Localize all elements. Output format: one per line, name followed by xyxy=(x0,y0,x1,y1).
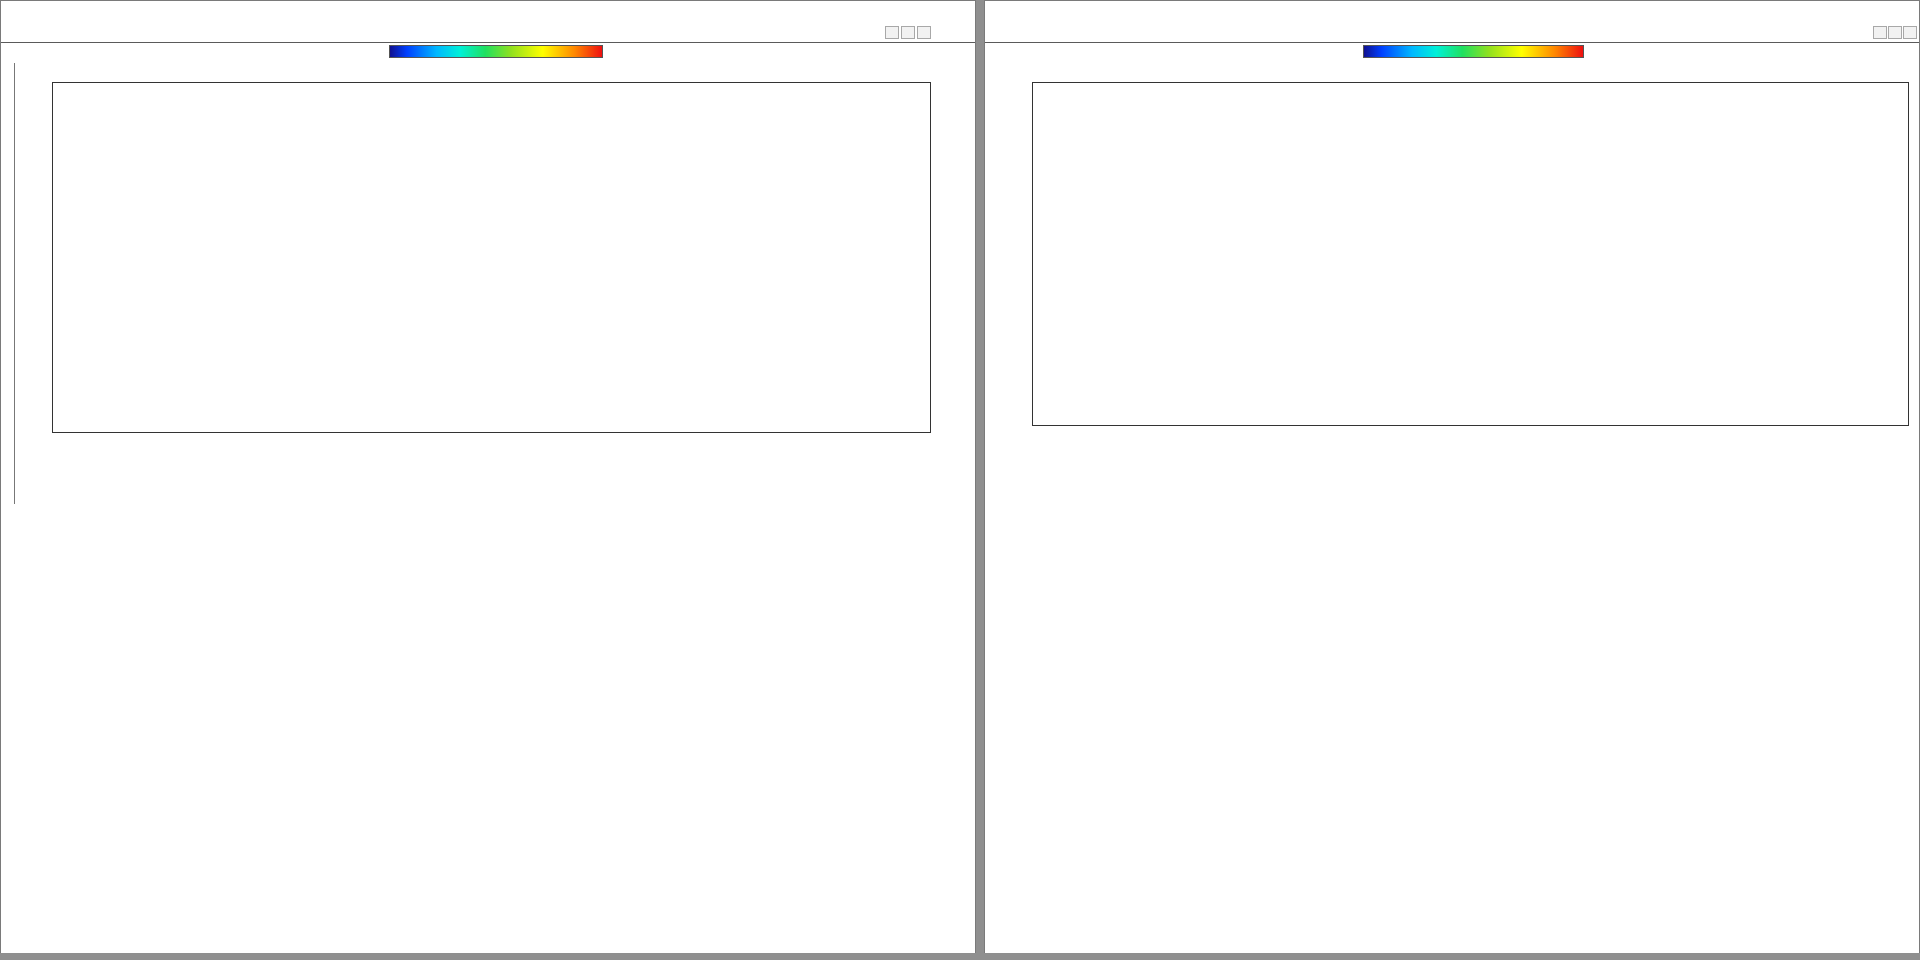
right-velocity-contour-plot[interactable] xyxy=(1033,83,1908,425)
mdi-minimize-icon[interactable] xyxy=(885,26,899,39)
close-icon[interactable] xyxy=(927,2,957,21)
left-titlebar[interactable] xyxy=(1,1,975,23)
minimize-icon[interactable] xyxy=(857,2,887,21)
minimize-icon[interactable] xyxy=(1835,2,1865,21)
maximize-icon[interactable] xyxy=(1870,2,1900,21)
left-magnitude-series-plot[interactable] xyxy=(58,707,931,953)
mdi-close-icon[interactable] xyxy=(1903,26,1917,39)
right-color-scale xyxy=(1363,45,1584,58)
desktop xyxy=(0,0,1920,960)
left-menubar xyxy=(1,23,975,43)
close-icon[interactable] xyxy=(1903,2,1920,21)
mdi-restore-icon[interactable] xyxy=(1888,26,1902,39)
left-color-scale xyxy=(389,45,603,58)
mdi-close-icon[interactable] xyxy=(917,26,931,39)
maximize-icon[interactable] xyxy=(892,2,922,21)
left-direction-series-plot[interactable] xyxy=(58,480,931,707)
window-bottom-edge xyxy=(0,953,1920,960)
right-titlebar[interactable] xyxy=(985,1,1919,23)
window-edge-artifact xyxy=(14,63,15,504)
left-velocity-contour-plot[interactable] xyxy=(53,83,930,432)
mdi-restore-icon[interactable] xyxy=(901,26,915,39)
right-magnitude-series-plot[interactable] xyxy=(1038,707,1913,953)
right-direction-series-plot[interactable] xyxy=(1038,480,1913,707)
mdi-minimize-icon[interactable] xyxy=(1873,26,1887,39)
right-menubar xyxy=(985,23,1919,43)
